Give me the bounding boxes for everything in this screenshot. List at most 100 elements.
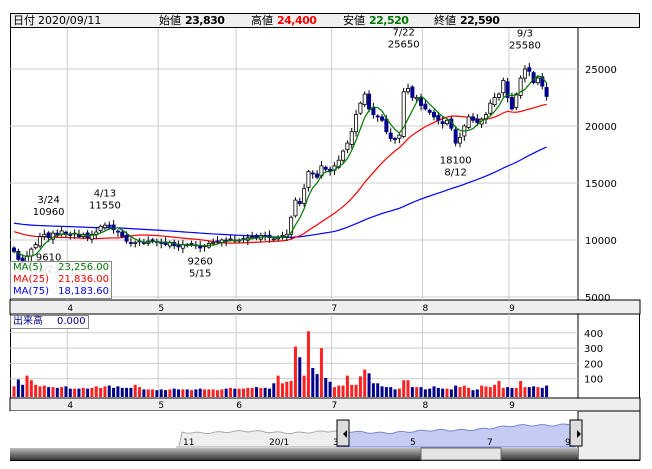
candle [102,224,107,229]
candle [150,239,155,242]
volume-bar [376,383,380,397]
volume-label: 出来高 [13,316,43,327]
candle [354,114,359,133]
high-label: 高値 [251,14,273,27]
candle [59,230,64,235]
volume-bar [47,387,51,397]
annotation-date: 7/22 [392,28,414,39]
low-value: 22,520 [369,14,409,27]
candle [496,93,501,98]
volume-bar [363,369,367,397]
volume-bar [263,387,267,397]
annotation-date: 9/3 [517,28,533,39]
volume-bar [393,389,397,397]
candle [315,173,320,178]
volume-bar [29,380,33,397]
navigator-history-area [176,429,341,448]
candle [293,199,298,217]
navigator-left-handle[interactable] [336,419,350,447]
volume-bar [38,386,42,397]
volume-bar [497,380,501,397]
volume-bar [220,389,224,397]
volume-bar [332,387,336,397]
volume-bar [480,385,484,397]
candle [432,111,437,118]
date-value: 2020/09/11 [38,14,102,27]
volume-bar [449,389,453,397]
volume-bar [181,389,185,397]
volume-bar [68,388,72,397]
candle [492,97,497,105]
annotation-date: 8/12 [444,168,466,179]
volume-bar [397,388,401,397]
candle [11,247,16,252]
candle [423,103,428,110]
ma-legend: MA(5) 23,256.00 MA(25) 21,836.00 MA(75) 18,… [10,261,112,299]
scrollbar-thumb[interactable] [420,447,502,461]
candle [306,171,311,188]
volume-bar [151,389,155,397]
volume-bar [259,387,263,397]
annotation-value: 25580 [509,40,541,51]
close-value: 22,590 [460,14,500,27]
candle [280,235,285,237]
volume-bar [64,386,68,397]
candle [397,134,402,139]
candle [33,244,38,249]
candle [211,241,216,244]
ma75-value: 18,183.60 [58,286,109,297]
candle [215,240,220,243]
navigator-right-handle[interactable] [569,419,583,447]
volume-bar [34,384,38,397]
volume-bar [125,387,129,397]
volume-bar [319,348,323,397]
volume-bar [77,388,81,397]
volume-bar [42,385,46,397]
volume-bar [86,388,90,397]
chart-canvas[interactable]: 5000 10000 15000 20000 25000 100 200 300 400 4 4 5 5… [0,0,652,469]
candle [367,93,372,110]
month-label: 5 [158,304,164,314]
annotation-date: 4/13 [94,188,116,199]
candle [310,172,315,175]
volume-bar [289,380,293,397]
candle [466,116,471,128]
candle [250,236,255,239]
navigator-tick-label: 11 [183,438,194,448]
candle [276,237,281,240]
volume-bar [462,385,466,397]
volume-bar [371,383,375,397]
candle [29,248,34,257]
volume-bar [276,375,280,397]
navigator-tick-label: 5 [410,438,416,448]
volume-bar [99,387,103,397]
month-label: 9 [509,401,515,411]
volume-bar [250,387,254,397]
volume-bar [384,387,388,397]
volume-bar [324,377,328,397]
volume-bar [224,388,228,397]
high-value: 24,400 [277,14,317,27]
volume-bar [81,387,85,397]
candle [419,97,424,106]
volume-bar [267,388,271,397]
navigator-tick-label: 7 [487,438,493,448]
candle [380,116,385,121]
candle [488,102,493,114]
volume-bar [207,389,211,397]
price-tick-label: 15000 [585,179,617,190]
candle [228,238,233,241]
volume-bar [428,388,432,397]
candle [457,136,462,144]
ma75-label: MA(75) [13,286,49,297]
volume-bar [129,387,133,397]
annotation-value: 11550 [89,200,121,211]
volume-bar [527,387,531,397]
volume-bar [484,386,488,397]
close-label: 終値 [434,14,456,27]
month-axis-top [9,299,641,315]
volume-bar [138,387,142,397]
volume-bar [185,389,189,397]
candle [444,119,449,125]
volume-bar [311,367,315,397]
